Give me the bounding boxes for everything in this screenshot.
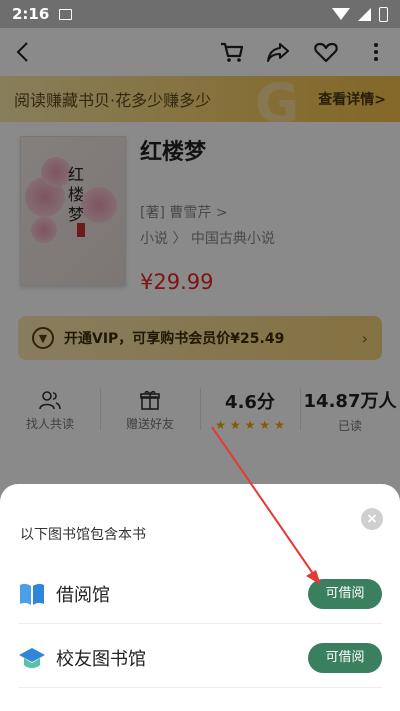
star-icon: ★ <box>229 418 241 432</box>
book-category[interactable]: 小说 〉 中国古典小说 <box>140 228 275 248</box>
top-bar <box>0 28 400 76</box>
star-icon: ★ <box>259 418 271 432</box>
status-bar: 2:16 <box>0 0 400 28</box>
more-options-icon[interactable] <box>362 38 390 66</box>
signal-icon <box>358 7 371 21</box>
borrow-button[interactable]: 可借阅 <box>308 578 382 609</box>
people-icon <box>39 390 61 409</box>
promo-deco-logo: G <box>255 76 300 122</box>
library-name: 借阅馆 <box>56 584 110 606</box>
rating-block[interactable]: 4.6分 ★ ★ ★ ★ ★ <box>200 378 300 442</box>
read-together-button[interactable]: 找人共读 <box>0 378 100 442</box>
battery-icon <box>379 6 388 22</box>
rating-stars: ★ ★ ★ ★ ★ <box>215 418 285 432</box>
promo-banner[interactable]: G 阅读赚藏书贝·花多少赚多少 查看详情> <box>0 76 400 122</box>
readers-label: 已读 <box>337 418 362 433</box>
read-together-label: 找人共读 <box>25 416 74 431</box>
cover-title: 红楼梦 <box>67 165 84 224</box>
gift-friend-label: 赠送好友 <box>125 416 174 431</box>
promo-details-link[interactable]: 查看详情> <box>318 89 386 109</box>
image-notification-icon <box>59 8 73 20</box>
rating-value: 4.6分 <box>225 392 275 413</box>
book-author[interactable]: [著] 曹雪芹 > <box>140 202 228 222</box>
status-time: 2:16 <box>12 5 50 23</box>
favorite-heart-icon[interactable] <box>312 38 340 66</box>
promo-text: 阅读赚藏书贝·花多少赚多少 <box>14 91 212 110</box>
vip-crown-icon: ▼ <box>32 327 54 349</box>
readers-count: 14.87万人 <box>303 390 397 412</box>
library-row[interactable]: 校友图书馆 可借阅 <box>18 628 382 688</box>
half-star-icon: ★ <box>274 418 285 432</box>
stats-row: 找人共读 赠送好友 4.6分 ★ ★ ★ ★ ★ 14.87万人 已读 <box>0 378 400 442</box>
library-bottom-sheet: 以下图书馆包含本书 × 借阅馆 可借阅 校友图书馆 可借阅 <box>0 484 400 711</box>
wifi-icon <box>332 8 350 20</box>
back-arrow-icon[interactable] <box>10 38 38 66</box>
cover-seal <box>77 223 85 237</box>
chevron-right-icon: › <box>361 328 368 348</box>
readers-block[interactable]: 14.87万人 已读 <box>300 378 400 442</box>
gift-friend-button[interactable]: 赠送好友 <box>100 378 200 442</box>
vip-offer-text: 开通VIP，可享购书会员价¥25.49 <box>64 331 285 347</box>
star-icon: ★ <box>244 418 256 432</box>
book-title: 红楼梦 <box>140 140 207 165</box>
sheet-title: 以下图书馆包含本书 <box>20 527 146 543</box>
borrow-button[interactable]: 可借阅 <box>308 642 382 673</box>
open-book-icon <box>20 583 44 605</box>
graduation-cap-icon <box>19 647 45 668</box>
close-button[interactable]: × <box>361 508 383 530</box>
vip-offer-bar[interactable]: ▼ 开通VIP，可享购书会员价¥25.49 › <box>18 316 382 360</box>
book-price: ¥29.99 <box>140 270 214 294</box>
library-row[interactable]: 借阅馆 可借阅 <box>18 564 382 624</box>
library-name: 校友图书馆 <box>56 648 146 670</box>
share-icon[interactable] <box>264 38 292 66</box>
status-icons <box>332 6 388 22</box>
gift-icon <box>140 390 160 410</box>
cart-icon[interactable] <box>218 38 246 66</box>
star-icon: ★ <box>215 418 226 432</box>
book-cover[interactable]: 红楼梦 <box>20 136 126 286</box>
